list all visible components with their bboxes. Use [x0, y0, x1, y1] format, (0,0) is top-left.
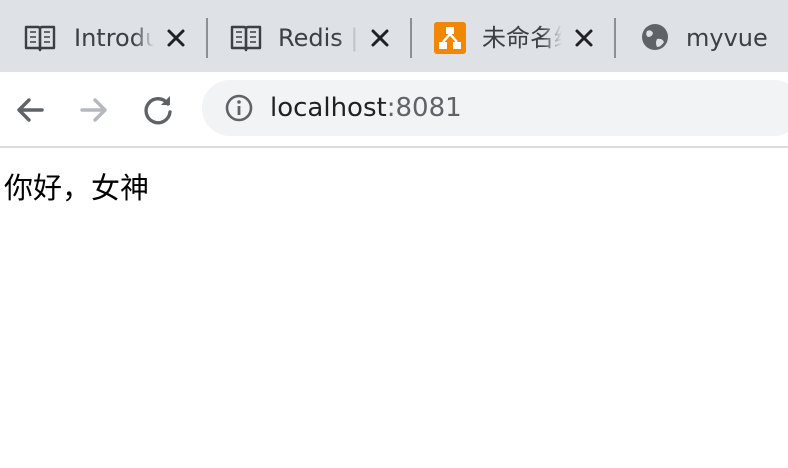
url-port: :8081 [386, 93, 462, 123]
tab-title: 未命名绘图 [482, 24, 562, 52]
browser-toolbar: localhost:8081 [0, 72, 788, 148]
tab-strip: Introduction Redis | The Real-time Data … [0, 0, 788, 72]
url-text[interactable]: localhost:8081 [270, 90, 462, 126]
tab-myvue[interactable]: myvue [616, 0, 788, 72]
greeting-text: 你好，女神 [4, 171, 150, 205]
back-icon[interactable] [10, 90, 50, 130]
tab-redis[interactable]: Redis | The Real-time Data Platform [208, 0, 410, 72]
reload-icon[interactable] [138, 90, 178, 130]
close-icon[interactable] [164, 26, 188, 50]
url-host: localhost [270, 93, 387, 123]
address-bar[interactable]: localhost:8081 [202, 80, 788, 136]
tab-title: Redis | The Real-time Data Platform [278, 24, 358, 52]
drawio-icon [434, 22, 466, 54]
tab-introduction[interactable]: Introduction [0, 0, 206, 72]
book-icon [24, 23, 56, 53]
forward-icon[interactable] [74, 90, 114, 130]
close-icon[interactable] [368, 26, 392, 50]
page-content: 你好，女神 [0, 148, 788, 468]
tab-title: Introduction [74, 24, 154, 52]
close-icon[interactable] [572, 26, 596, 50]
globe-icon [640, 22, 672, 52]
info-icon[interactable] [224, 93, 254, 123]
tab-drawio[interactable]: 未命名绘图 [412, 0, 614, 72]
tab-title: myvue [686, 24, 768, 52]
book-icon [230, 23, 262, 53]
